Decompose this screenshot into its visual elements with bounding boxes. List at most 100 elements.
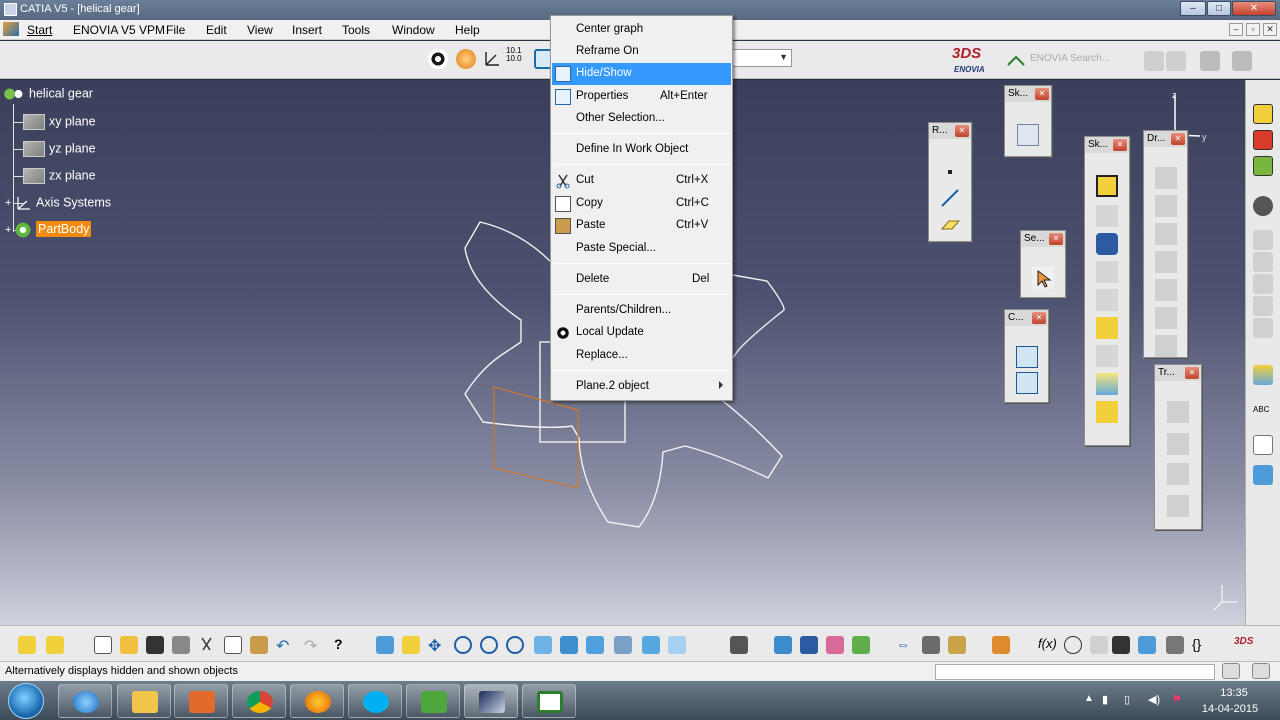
slot-icon[interactable]: [1096, 345, 1118, 367]
mdi-minimize-button[interactable]: –: [1229, 23, 1243, 36]
multi-view-icon[interactable]: [560, 636, 578, 654]
windows-start-button[interactable]: [8, 683, 44, 719]
measure-icon[interactable]: [1253, 465, 1273, 485]
pan-icon[interactable]: ✥: [428, 636, 446, 655]
taskbar-media-player[interactable]: [174, 684, 228, 718]
close-button[interactable]: ✕: [1232, 1, 1276, 16]
fly-mode-icon[interactable]: [456, 49, 476, 69]
menu-item-properties[interactable]: Properties Alt+Enter: [552, 86, 731, 108]
menu-start[interactable]: Start: [27, 23, 52, 37]
clock-time[interactable]: 13:35: [1206, 687, 1262, 699]
workbench-icon-b[interactable]: [1253, 130, 1273, 150]
comment-icon[interactable]: [1064, 636, 1082, 654]
close-icon[interactable]: ✕: [1035, 88, 1049, 100]
hole-icon[interactable]: [1096, 289, 1118, 311]
menu-item-other-selection[interactable]: Other Selection...: [552, 108, 731, 130]
floating-toolbar-sketch-based[interactable]: Sk... ✕: [1084, 136, 1130, 446]
menu-item-replace[interactable]: Replace...: [552, 345, 731, 367]
capture-icon[interactable]: [730, 636, 748, 654]
tool-icon-3[interactable]: [1253, 274, 1273, 294]
menu-item-center-graph[interactable]: Center graph: [552, 19, 731, 41]
redo-icon[interactable]: ↷: [304, 636, 322, 655]
floating-toolbar-constraint[interactable]: C... ✕: [1004, 309, 1049, 403]
plane-icon[interactable]: [939, 213, 961, 235]
design-table-icon[interactable]: [1112, 636, 1130, 654]
menu-item-local-update[interactable]: Local Update: [552, 322, 731, 344]
floating-toolbar-reference[interactable]: R... ✕: [928, 122, 972, 242]
rib-icon[interactable]: [1096, 317, 1118, 339]
close-icon[interactable]: ✕: [1032, 312, 1046, 324]
inertia-icon[interactable]: [948, 636, 966, 654]
taskbar-file-explorer[interactable]: [117, 684, 171, 718]
draft-icon[interactable]: [1154, 223, 1177, 245]
expand-icon[interactable]: +: [5, 197, 14, 209]
floating-toolbar-transformation[interactable]: Tr... ✕: [1154, 364, 1202, 530]
groove-icon[interactable]: [1096, 261, 1118, 283]
select-arrow-icon[interactable]: [1032, 267, 1054, 289]
menu-item-paste-special[interactable]: Paste Special...: [552, 238, 731, 260]
thread-icon[interactable]: [1154, 307, 1177, 329]
close-icon[interactable]: ✕: [1185, 367, 1199, 379]
tree-item-partbody[interactable]: + PartBody: [5, 221, 92, 238]
draft-analysis-icon[interactable]: [826, 636, 844, 654]
chamfer-icon[interactable]: [1154, 195, 1177, 217]
part-design-icon[interactable]: [18, 636, 36, 654]
undo-icon[interactable]: ↶: [276, 636, 294, 655]
toolbar-icon-a[interactable]: [1144, 51, 1164, 71]
mdi-restore-button[interactable]: ▫: [1246, 23, 1260, 36]
start-menu-icon[interactable]: [3, 22, 19, 36]
shell-icon[interactable]: [1154, 251, 1177, 273]
scaling-icon[interactable]: [1167, 495, 1189, 517]
menu-item-delete[interactable]: Delete Del: [552, 269, 731, 291]
hide-show-toolbar-icon[interactable]: [642, 636, 660, 654]
toolbar-icon-c[interactable]: [1200, 51, 1220, 71]
floating-toolbar-select[interactable]: Se... ✕: [1020, 230, 1066, 298]
axis-icon[interactable]: [482, 49, 502, 69]
remove-face-icon[interactable]: [1154, 335, 1177, 357]
law-icon[interactable]: [1090, 636, 1108, 654]
iso-view-icon[interactable]: [586, 636, 604, 654]
mdi-close-button[interactable]: ✕: [1263, 23, 1277, 36]
taskbar-camtasia[interactable]: [406, 684, 460, 718]
menu-item-plane-object[interactable]: Plane.2 object: [552, 376, 731, 398]
point-icon[interactable]: [939, 161, 961, 183]
constraint-box-icon[interactable]: [1015, 372, 1038, 394]
tree-item-yz-plane[interactable]: yz plane: [23, 141, 96, 157]
measure-item-icon[interactable]: [922, 636, 940, 654]
shaft-icon[interactable]: [1096, 233, 1118, 255]
pad-icon[interactable]: [1096, 175, 1118, 197]
open-folder-icon[interactable]: [120, 636, 138, 654]
menu-window[interactable]: Window: [392, 23, 435, 37]
menu-item-define-in-work-object[interactable]: Define In Work Object: [552, 139, 731, 161]
menu-file[interactable]: File: [166, 23, 185, 37]
maximize-button[interactable]: □: [1207, 1, 1231, 16]
toolbar-dropdown[interactable]: ▼: [730, 49, 792, 67]
tree-root[interactable]: helical gear: [3, 86, 93, 102]
coordinate-icon[interactable]: 10.1 10.0: [506, 47, 526, 67]
input-option-icon[interactable]: [1222, 663, 1240, 679]
menu-item-hide-show[interactable]: Hide/Show: [552, 63, 731, 85]
battery-icon[interactable]: ▯: [1124, 693, 1130, 706]
sketch-based-icon[interactable]: [46, 636, 64, 654]
menu-enovia[interactable]: ENOVIA V5 VPM: [73, 23, 165, 37]
menu-item-copy[interactable]: Copy Ctrl+C: [552, 193, 731, 215]
tree-item-xy-plane[interactable]: xy plane: [23, 114, 96, 130]
minimize-button[interactable]: –: [1180, 1, 1206, 16]
constraint-icon[interactable]: [1015, 346, 1038, 368]
curvature-icon[interactable]: [852, 636, 870, 654]
power-input-field[interactable]: [935, 664, 1215, 680]
clock-date[interactable]: 14-04-2015: [1198, 703, 1262, 715]
shading-icon[interactable]: [614, 636, 632, 654]
workbench-icon-a[interactable]: [1253, 104, 1273, 124]
tree-item-zx-plane[interactable]: zx plane: [23, 168, 96, 184]
menu-item-parents-children[interactable]: Parents/Children...: [552, 300, 731, 322]
taskbar-camtasia-recorder[interactable]: [522, 684, 576, 718]
close-icon[interactable]: ✕: [1049, 233, 1063, 245]
enovia-connect-icon[interactable]: [1006, 51, 1026, 71]
reaction-icon[interactable]: [1166, 636, 1184, 654]
menu-item-reframe-on[interactable]: Reframe On: [552, 41, 731, 63]
taskbar-internet-explorer[interactable]: [58, 684, 112, 718]
menu-help[interactable]: Help: [455, 23, 480, 37]
workbench-icon-c[interactable]: [1253, 156, 1273, 176]
analysis-icon[interactable]: [800, 636, 818, 654]
